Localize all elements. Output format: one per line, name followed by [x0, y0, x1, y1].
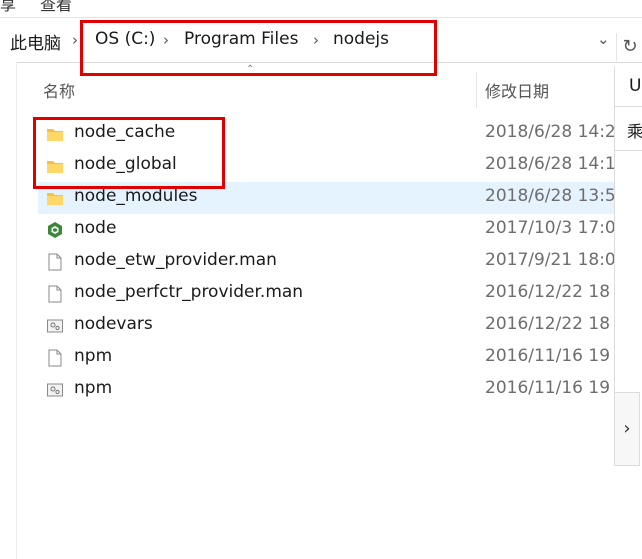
file-modified-date: 2017/10/3 17:0 [485, 218, 614, 238]
navigation-pane-edge [0, 62, 17, 559]
file-name: nodevars [74, 314, 153, 334]
file-name: node_perfctr_provider.man [74, 282, 304, 302]
divider [614, 106, 642, 107]
crumb-separator-icon[interactable]: › [72, 31, 78, 49]
file-modified-date: 2017/9/21 18:0 [485, 250, 614, 270]
file-name: node_etw_provider.man [74, 250, 277, 270]
file-modified-date: 2018/6/28 14:2 [485, 122, 614, 142]
column-date-header[interactable]: 修改日期 [485, 78, 549, 102]
menu-fragment: 享 [0, 0, 17, 14]
column-name-header[interactable]: 名称 [43, 78, 75, 102]
file-modified-date: 2016/12/22 18 [485, 314, 611, 334]
file-modified-date: 2018/6/28 14:1 [485, 154, 614, 174]
menu-fragment: 查看 [40, 0, 73, 14]
file-row[interactable]: npm 2016/11/16 19 [38, 374, 614, 406]
divider [614, 150, 642, 151]
file-icon [46, 285, 64, 303]
file-icon [46, 349, 64, 367]
refresh-icon[interactable]: ↻ [616, 33, 642, 61]
nodejs-app-icon [46, 221, 64, 239]
file-modified-date: 2016/12/22 18 [485, 282, 611, 302]
file-row[interactable]: node 2017/10/3 17:0 [38, 214, 614, 246]
column-divider[interactable] [476, 72, 477, 108]
file-name: node_modules [74, 186, 198, 206]
right-pane-header: U [629, 76, 642, 96]
chevron-right-icon[interactable]: › [614, 392, 640, 466]
top-menu-strip: 享 查看 [0, 0, 642, 16]
file-name: npm [74, 346, 113, 366]
file-modified-date: 2018/6/28 13:5 [485, 186, 614, 206]
settings-file-icon [46, 317, 64, 335]
file-modified-date: 2016/11/16 19 [485, 378, 611, 398]
folder-icon [46, 189, 64, 207]
file-name: node [74, 218, 117, 238]
file-row[interactable]: nodevars 2016/12/22 18 [38, 310, 614, 342]
file-row[interactable]: node_etw_provider.man 2017/9/21 18:0 [38, 246, 614, 278]
crumb-this-pc[interactable]: 此电脑 [10, 29, 61, 54]
file-row[interactable]: npm 2016/11/16 19 [38, 342, 614, 374]
settings-file-icon [46, 381, 64, 399]
file-modified-date: 2016/11/16 19 [485, 346, 611, 366]
highlight-box-folders [33, 117, 225, 189]
chevron-down-icon[interactable]: ⌄ [597, 30, 610, 48]
file-icon [46, 253, 64, 271]
file-row[interactable]: node_perfctr_provider.man 2016/12/22 18 [38, 278, 614, 310]
right-pane-cell: 乘 [627, 122, 642, 141]
file-name: npm [74, 378, 113, 398]
column-header: 名称 修改日期 [16, 66, 614, 110]
